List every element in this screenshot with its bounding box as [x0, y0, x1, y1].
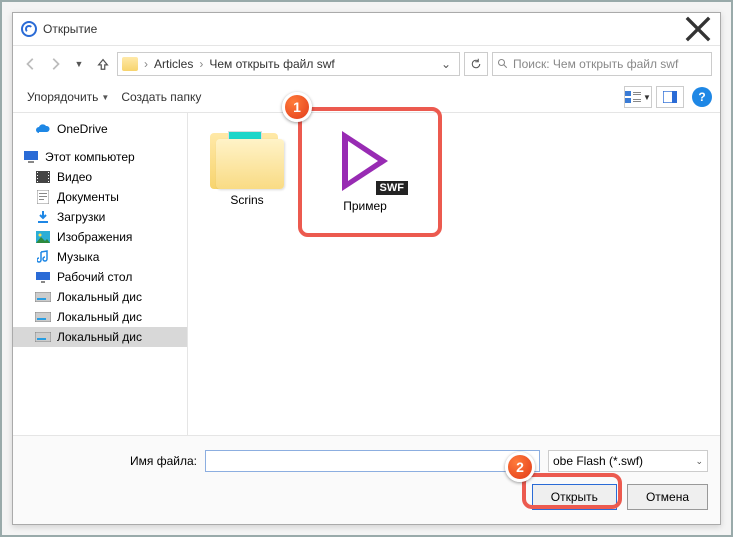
folder-icon — [122, 57, 138, 71]
filename-label: Имя файла: — [25, 454, 197, 468]
images-icon — [35, 230, 51, 244]
disk-icon — [35, 330, 51, 344]
filetype-dropdown[interactable]: obe Flash (*.swf) ⌄ — [548, 450, 708, 472]
breadcrumb[interactable]: › Articles › Чем открыть файл swf ⌄ — [117, 52, 460, 76]
preview-pane-button[interactable] — [656, 86, 684, 108]
organize-menu[interactable]: Упорядочить ▼ — [21, 86, 115, 108]
filename-input[interactable] — [205, 450, 540, 472]
chevron-down-icon: ▼ — [643, 93, 651, 102]
sidebar-item-disk[interactable]: Локальный дис — [13, 287, 187, 307]
cloud-icon — [35, 122, 51, 136]
help-button[interactable]: ? — [692, 87, 712, 107]
close-button[interactable] — [684, 19, 712, 39]
music-icon — [35, 250, 51, 264]
annotation-highlight-2 — [522, 473, 622, 509]
view-options-button[interactable]: ▼ — [624, 86, 652, 108]
chevron-right-icon: › — [195, 57, 207, 71]
sidebar-item-this-pc[interactable]: Этот компьютер — [13, 147, 187, 167]
back-button[interactable] — [21, 54, 41, 74]
chevron-down-icon: ⌄ — [695, 456, 703, 467]
sidebar-item-onedrive[interactable]: OneDrive — [13, 119, 187, 139]
up-button[interactable] — [93, 54, 113, 74]
annotation-badge-2: 2 — [505, 452, 535, 482]
cancel-button[interactable]: Отмена — [627, 484, 708, 510]
sidebar-item-music[interactable]: Музыка — [13, 247, 187, 267]
downloads-icon — [35, 210, 51, 224]
window-title: Открытие — [43, 22, 684, 36]
close-icon — [684, 15, 712, 43]
annotation-badge-1: 1 — [282, 92, 312, 122]
file-pane[interactable]: Scrins SWF Пример — [188, 113, 720, 435]
views-icon — [625, 91, 641, 103]
sidebar-item-video[interactable]: Видео — [13, 167, 187, 187]
preview-pane-icon — [663, 91, 677, 103]
breadcrumb-root[interactable]: Articles — [154, 57, 193, 71]
sidebar-item-downloads[interactable]: Загрузки — [13, 207, 187, 227]
refresh-icon — [470, 58, 482, 70]
arrow-right-icon — [48, 57, 62, 71]
title-bar: Открытие — [13, 13, 720, 46]
sidebar: OneDrive Этот компьютер Видео Документы … — [13, 113, 188, 435]
search-input[interactable]: Поиск: Чем открыть файл swf — [492, 52, 712, 76]
folder-item[interactable]: Scrins — [202, 127, 292, 207]
sidebar-item-images[interactable]: Изображения — [13, 227, 187, 247]
sidebar-item-disk[interactable]: Локальный дис — [13, 307, 187, 327]
refresh-button[interactable] — [464, 52, 488, 76]
breadcrumb-current[interactable]: Чем открыть файл swf — [209, 57, 334, 71]
folder-icon — [210, 127, 284, 189]
help-icon: ? — [698, 90, 705, 104]
sidebar-item-documents[interactable]: Документы — [13, 187, 187, 207]
search-placeholder: Поиск: Чем открыть файл swf — [513, 57, 678, 71]
breadcrumb-dropdown[interactable]: ⌄ — [437, 57, 455, 71]
sidebar-item-disk[interactable]: Локальный дис — [13, 327, 187, 347]
nav-row: ▼ › Articles › Чем открыть файл swf ⌄ По… — [13, 46, 720, 82]
disk-icon — [35, 310, 51, 324]
forward-button[interactable] — [45, 54, 65, 74]
sidebar-item-desktop[interactable]: Рабочий стол — [13, 267, 187, 287]
annotation-highlight-1 — [298, 107, 442, 237]
pc-icon — [23, 150, 39, 164]
video-icon — [35, 170, 51, 184]
arrow-up-icon — [96, 57, 110, 71]
search-icon — [497, 58, 509, 70]
chevron-right-icon: › — [140, 57, 152, 71]
docs-icon — [35, 190, 51, 204]
app-icon — [21, 21, 37, 37]
arrow-left-icon — [24, 57, 38, 71]
folder-label: Scrins — [230, 193, 263, 207]
new-folder-button[interactable]: Создать папку — [115, 86, 207, 108]
recent-dropdown[interactable]: ▼ — [69, 54, 89, 74]
disk-icon — [35, 290, 51, 304]
open-file-dialog: Открытие ▼ › Articles › Чем открыть файл… — [12, 12, 721, 525]
desktop-icon — [35, 270, 51, 284]
chevron-down-icon: ▼ — [101, 93, 109, 102]
